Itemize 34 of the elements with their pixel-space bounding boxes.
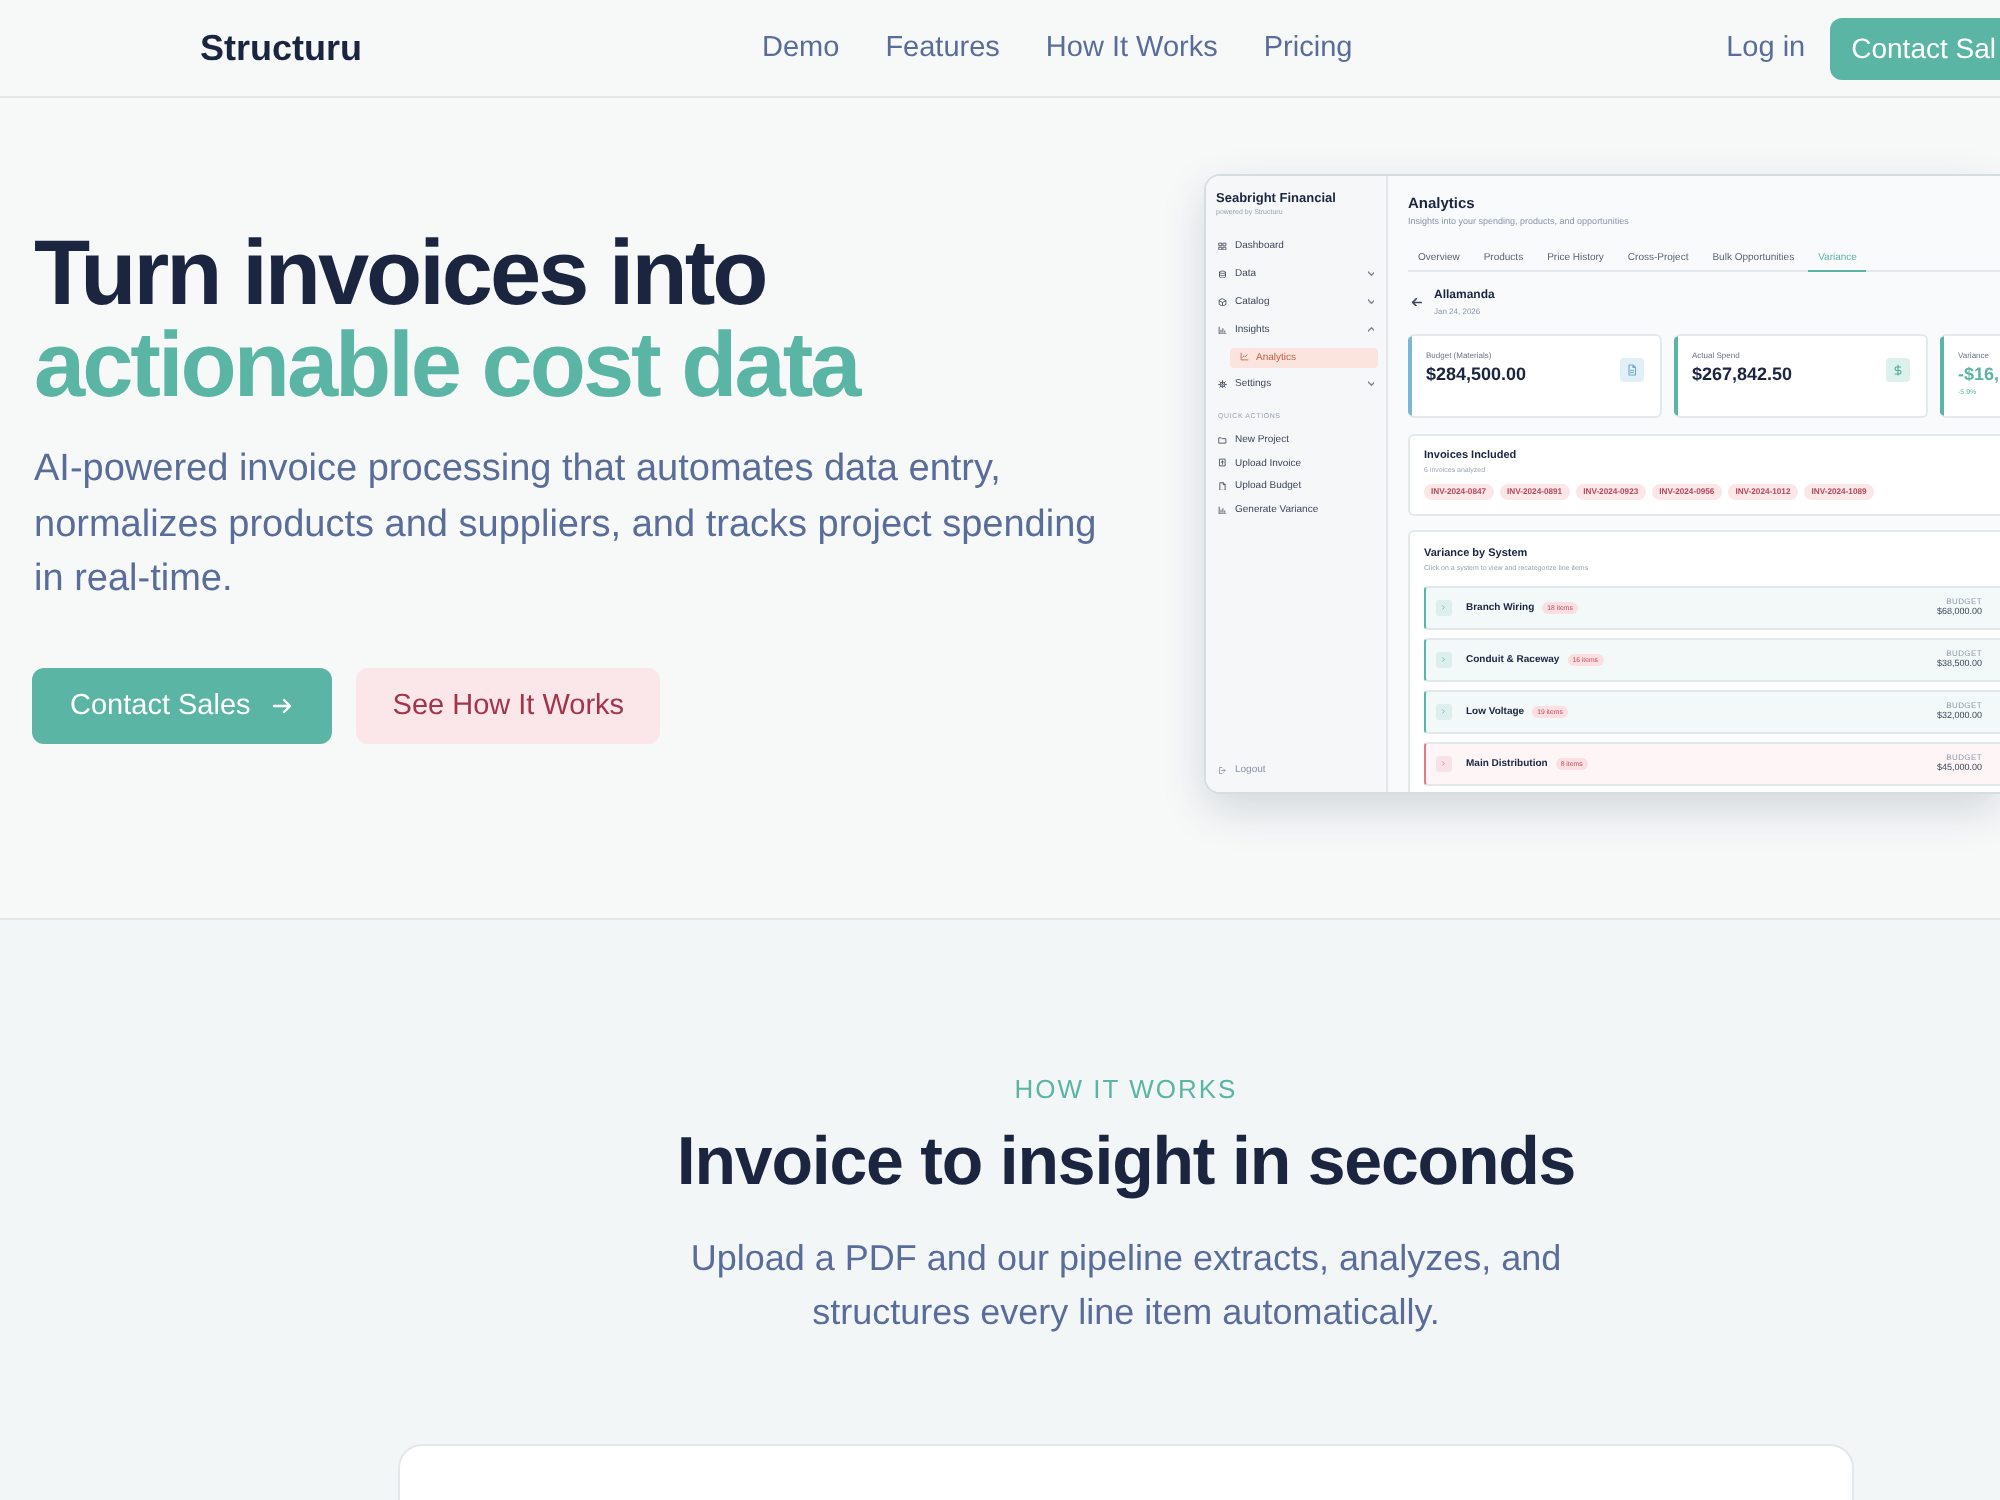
document-icon [1620, 357, 1644, 381]
back-arrow-icon[interactable] [1412, 298, 1422, 307]
stat-value: $284,500.00 [1426, 364, 1527, 384]
file-icon [1218, 481, 1227, 491]
bar-chart-icon [1218, 325, 1227, 335]
stat-value: -$16, [1958, 364, 2000, 384]
grid-icon [1218, 241, 1227, 251]
bar-chart-icon [1218, 505, 1227, 515]
section-eyebrow: HOW IT WORKS [1014, 1074, 1238, 1106]
dollar-icon [1886, 357, 1910, 381]
nav-link[interactable]: Pricing [1263, 32, 1353, 64]
section-description: Upload a PDF and our pipeline extracts, analyzes, and structures every line item automatically. [688, 1235, 1564, 1336]
see-how-it-works-button[interactable]: See How It Works [356, 667, 661, 743]
database-icon [1218, 269, 1227, 279]
logout-icon [1218, 765, 1227, 775]
hero-description: AI-powered invoice processing that automates data entry, normalizes products and suppliers, and tracks project spending in real-time. [34, 446, 1099, 604]
gear-icon [1218, 379, 1227, 389]
chevron-right-icon [1436, 651, 1452, 667]
stat-value: $267,842.50 [1692, 364, 1793, 384]
line-chart-icon [1240, 352, 1249, 362]
nav-link[interactable]: How It Works [1045, 32, 1218, 64]
cube-icon [1218, 297, 1227, 307]
chevron-right-icon [1436, 755, 1452, 771]
section-heading: Invoice to insight in seconds [676, 1122, 1576, 1202]
hero-headline: Turn invoices into actionable cost data [32, 226, 863, 410]
chevron-right-icon [1436, 703, 1452, 719]
folder-icon [1218, 435, 1227, 445]
login-link[interactable]: Log in [1726, 32, 1806, 64]
nav-link[interactable]: Features [885, 32, 1000, 64]
chevron-right-icon [1436, 599, 1452, 615]
logo[interactable]: Structuru [200, 27, 362, 69]
arrow-right-icon [270, 693, 295, 717]
nav-link[interactable]: Demo [762, 32, 840, 64]
upload-icon [1218, 458, 1227, 468]
